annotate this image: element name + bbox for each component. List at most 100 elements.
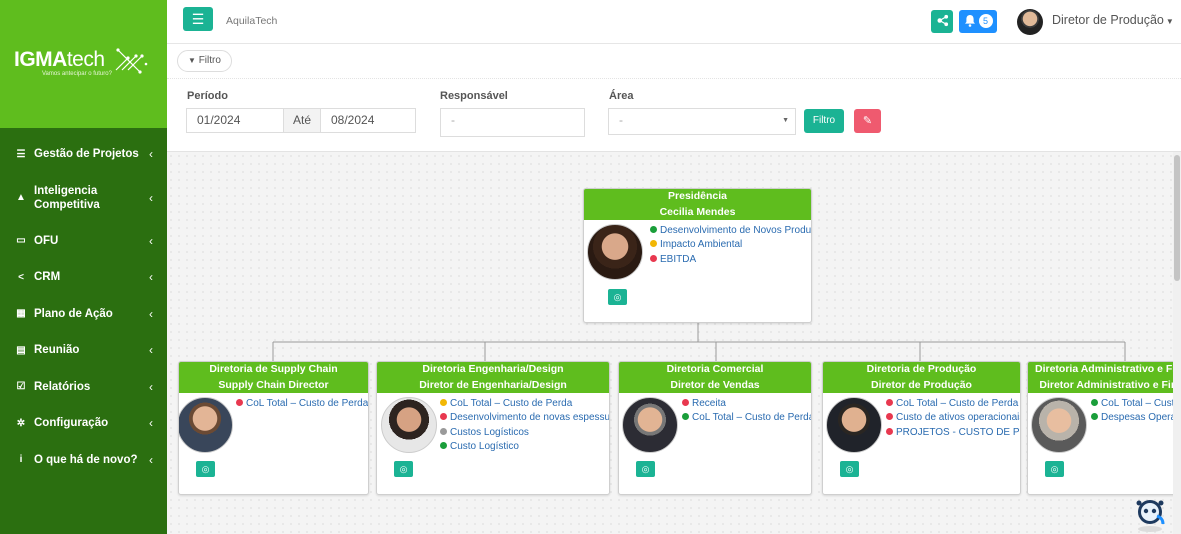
org-node-child[interactable]: Diretoria de Produção Diretor de Produção… xyxy=(822,361,1021,495)
indicator-item[interactable]: Desenvolvimento de Novos Produtos xyxy=(650,225,811,239)
tasks-icon: ☰ xyxy=(16,148,26,160)
node-area-title: Diretoria Comercial xyxy=(666,363,764,375)
apply-filter-button[interactable]: Filtro xyxy=(804,109,844,133)
target-button[interactable]: ◎ xyxy=(840,461,859,477)
indicator-item[interactable]: CoL Total – Custo de Perda xyxy=(440,398,609,412)
status-dot-red xyxy=(440,413,447,421)
target-button[interactable]: ◎ xyxy=(636,461,655,477)
indicator-item[interactable]: Receita xyxy=(682,398,811,412)
indicator-label: EBITDA xyxy=(660,253,697,265)
node-header: Diretoria Comercial Diretor de Vendas xyxy=(619,362,811,393)
check-square-icon: ☑ xyxy=(16,381,26,393)
indicator-label: Receita xyxy=(692,398,726,409)
org-node-presidencia[interactable]: Presidência Cecilia Mendes Desenvolvimento… xyxy=(583,188,812,323)
caret-down-icon: ▼ xyxy=(1165,17,1174,26)
status-dot-red xyxy=(886,399,893,406)
indicator-item[interactable]: EBITDA xyxy=(650,253,811,268)
sidebar-item[interactable]: < CRM ‹ xyxy=(0,259,167,296)
indicator-item[interactable]: CoL Total – Custo de Perda xyxy=(236,398,368,412)
status-dot-red xyxy=(682,399,689,406)
org-node-child[interactable]: Diretoria de Supply Chain Supply Chain Di… xyxy=(178,361,369,495)
assistant-robot-icon[interactable] xyxy=(1133,496,1167,532)
sidebar-item[interactable]: ▲ Inteligencia Competitiva ‹ xyxy=(0,173,167,223)
indicator-label: CoL Total – Custo de Perda xyxy=(692,412,812,424)
sidebar-item-label: Reunião xyxy=(34,344,80,357)
logo-tagline: Vamos antecipar o futuro? xyxy=(42,71,112,77)
avatar xyxy=(622,397,678,453)
status-dot-green xyxy=(1091,399,1098,406)
period-from-input[interactable]: 01/2024 xyxy=(186,108,284,133)
org-node-child[interactable]: Diretoria Engenharia/Design Diretor de En… xyxy=(376,361,610,495)
indicator-item[interactable]: Custos Logísticos xyxy=(440,427,609,441)
chevron-left-icon: ‹ xyxy=(149,233,153,248)
target-button[interactable]: ◎ xyxy=(394,461,413,477)
org-chart-canvas[interactable]: Presidência Cecilia Mendes Desenvolvimento… xyxy=(167,152,1173,534)
hamburger-icon: ☰ xyxy=(191,11,205,27)
responsavel-input[interactable]: - xyxy=(440,108,585,137)
filter-toggle-chip[interactable]: ▼ Filtro xyxy=(177,50,232,72)
chevron-left-icon: ‹ xyxy=(149,270,153,285)
org-node-child[interactable]: Diretoria Administrativo e Financeiro Dir… xyxy=(1027,361,1173,495)
sidebar-item[interactable]: ☰ Gestão de Projetos ‹ xyxy=(0,136,167,173)
sidebar-item[interactable]: ▦ Plano de Ação ‹ xyxy=(0,296,167,333)
indicator-item[interactable]: Custo de ativos operacionais xyxy=(886,412,1020,426)
node-header: Diretoria Engenharia/Design Diretor de En… xyxy=(377,362,609,393)
info-icon: i xyxy=(19,454,23,466)
indicator-item[interactable]: Custo Logístico xyxy=(440,441,609,455)
indicator-item[interactable]: CoL Total – Custo de Perda xyxy=(1091,398,1173,412)
indicator-item[interactable]: PROJETOS - CUSTO DE PERDA xyxy=(886,427,1020,441)
app-name: AquilaTech xyxy=(226,15,278,27)
indicator-list: CoL Total – Custo de Perda xyxy=(236,398,368,412)
share-icon: < xyxy=(18,271,24,283)
sidebar-item[interactable]: i O que há de novo? ‹ xyxy=(0,442,167,479)
sidebar-item[interactable]: ☑ Relatórios ‹ xyxy=(0,369,167,406)
scrollbar-thumb[interactable] xyxy=(1174,155,1180,281)
status-dot-green xyxy=(650,226,657,233)
chevron-left-icon: ‹ xyxy=(149,379,153,394)
status-dot-green xyxy=(440,441,447,449)
user-avatar[interactable] xyxy=(1017,9,1043,35)
chevron-left-icon: ‹ xyxy=(149,190,153,205)
target-button[interactable]: ◎ xyxy=(196,461,215,477)
user-menu[interactable]: Diretor de Produção ▼ xyxy=(1052,13,1174,27)
indicator-item[interactable]: Despesas Operacionais xyxy=(1091,412,1173,426)
notification-count-badge: 5 xyxy=(978,14,993,28)
sidebar-item[interactable]: ▭ OFU ‹ xyxy=(0,223,167,260)
logo[interactable]: IGMAtech xyxy=(14,48,105,72)
filter-panel: ▼ Filtro Período 01/2024 Até 08/2024 Res… xyxy=(167,44,1181,152)
menu-toggle-button[interactable]: ☰ xyxy=(183,7,213,31)
indicator-item[interactable]: Impacto Ambiental xyxy=(650,239,811,253)
logo-main: IGMA xyxy=(14,48,67,71)
sidebar-item-label: Relatórios xyxy=(34,380,91,393)
indicator-label: Desenvolvimento de novas espessuras xyxy=(450,412,610,424)
avatar xyxy=(381,397,437,453)
indicator-label: CoL Total – Custo de Perda xyxy=(450,398,573,409)
clear-filter-button[interactable]: ✎ xyxy=(854,109,881,133)
indicator-item[interactable]: Desenvolvimento de novas espessuras xyxy=(440,412,610,426)
target-button[interactable]: ◎ xyxy=(608,289,627,305)
period-to-input[interactable]: 08/2024 xyxy=(320,108,416,133)
indicator-list: Receita CoL Total – Custo de Perda xyxy=(682,398,812,427)
filter-funnel-icon: ▼ xyxy=(188,56,196,65)
indicator-list: CoL Total – Custo de Perda Desenvolviment… xyxy=(440,398,610,455)
notifications-button[interactable]: 5 xyxy=(959,10,997,33)
indicator-item[interactable]: CoL Total – Custo de Perda xyxy=(682,412,812,426)
area-select-value: - xyxy=(619,113,623,127)
sidebar-item-label: CRM xyxy=(34,271,61,284)
target-button[interactable]: ◎ xyxy=(1045,461,1064,477)
node-person-title: Diretor de Vendas xyxy=(670,378,760,391)
area-select[interactable]: - ▼ xyxy=(608,108,796,135)
status-dot-gray xyxy=(440,427,447,435)
chevron-left-icon: ‹ xyxy=(149,343,153,358)
indicator-list: Desenvolvimento de Novos Produtos Impacto… xyxy=(650,225,811,268)
indicator-item[interactable]: CoL Total – Custo de Perda xyxy=(886,398,1020,412)
status-dot-red xyxy=(650,254,657,262)
share-nodes-button[interactable] xyxy=(931,10,953,33)
eraser-icon: ✎ xyxy=(862,115,873,127)
org-node-child[interactable]: Diretoria Comercial Diretor de Vendas Rece… xyxy=(618,361,812,495)
avatar xyxy=(587,224,643,280)
node-person-title: Diretor de Produção xyxy=(871,378,972,391)
sidebar-item-label: O que há de novo? xyxy=(34,453,138,466)
sidebar-item[interactable]: ▤ Reunião ‹ xyxy=(0,332,167,369)
sidebar-item[interactable]: ✲ Configuração ‹ xyxy=(0,405,167,442)
